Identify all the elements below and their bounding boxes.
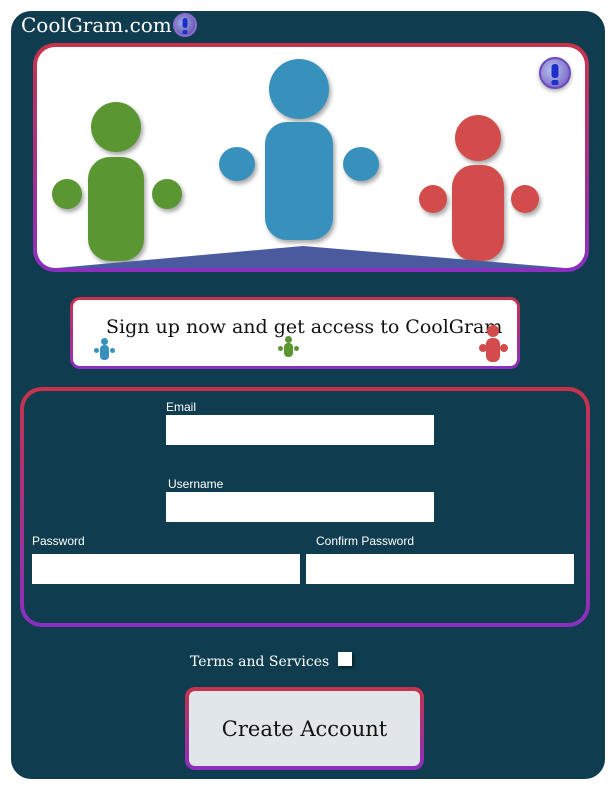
exclamation-alert-icon <box>539 57 571 89</box>
brand-header: CoolGram.com <box>21 13 197 37</box>
hero-illustration-frame <box>33 43 589 272</box>
signup-form: Email Username Password Confirm Password <box>24 391 586 623</box>
promo-banner-text: Sign up now and get access to CoolGram <box>106 316 503 338</box>
signup-card: CoolGram.com Sign up now and get access … <box>11 11 605 779</box>
create-account-button[interactable]: Create Account <box>189 691 420 766</box>
email-field[interactable] <box>166 415 434 445</box>
signup-form-frame: Email Username Password Confirm Password <box>20 387 590 627</box>
email-label: Email <box>166 400 197 414</box>
confirm-password-label: Confirm Password <box>316 534 415 548</box>
exclamation-alert-icon <box>172 13 197 37</box>
password-label: Password <box>32 534 85 548</box>
promo-banner-frame: Sign up now and get access to CoolGram <box>70 297 520 369</box>
promo-banner: Sign up now and get access to CoolGram <box>73 300 517 366</box>
confirm-password-field[interactable] <box>306 554 574 584</box>
terms-label: Terms and Services <box>190 654 330 670</box>
username-field[interactable] <box>166 492 434 522</box>
brand-name: CoolGram.com <box>21 13 172 37</box>
password-field[interactable] <box>32 554 300 584</box>
terms-checkbox[interactable] <box>338 652 352 666</box>
hero-illustration <box>37 47 585 268</box>
stage-platform-shape <box>57 246 565 268</box>
create-account-button-frame: Create Account <box>185 687 424 770</box>
username-label: Username <box>168 477 224 491</box>
